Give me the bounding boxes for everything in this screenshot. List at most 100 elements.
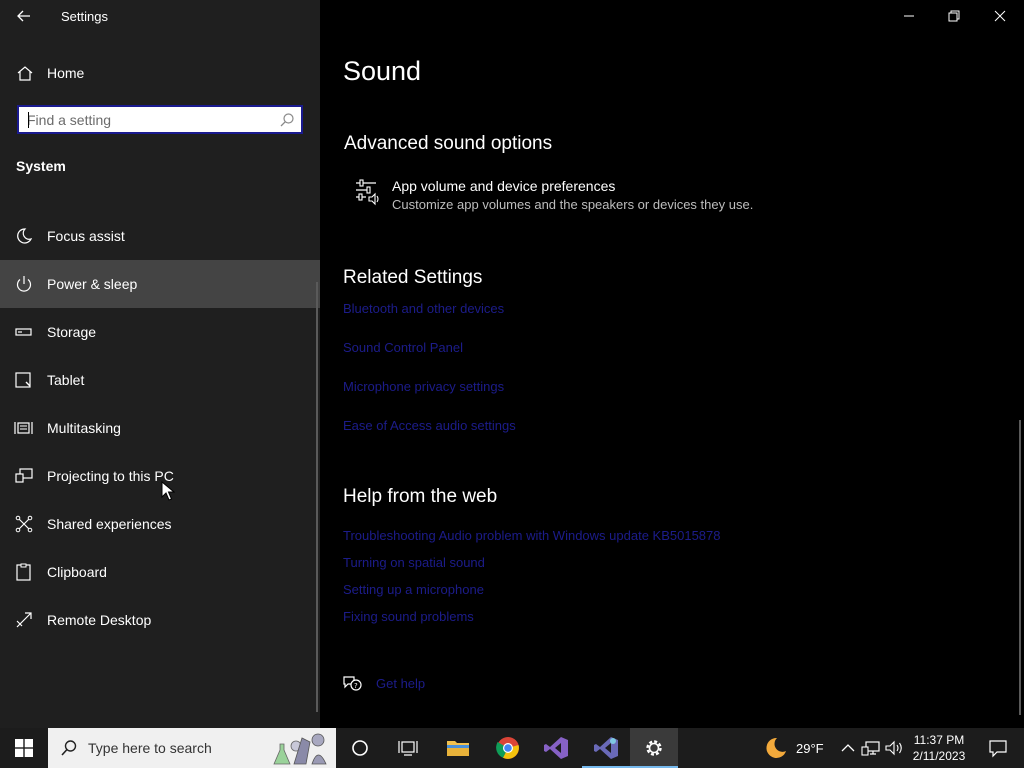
help-link-troubleshooting[interactable]: Troubleshooting Audio problem with Windo… bbox=[343, 528, 720, 543]
search-icon[interactable] bbox=[279, 112, 295, 128]
projecting-icon bbox=[15, 468, 33, 483]
back-button[interactable] bbox=[10, 4, 38, 28]
cortana-circle-icon bbox=[352, 740, 368, 756]
text-caret bbox=[28, 112, 29, 128]
taskbar-search-box[interactable]: Type here to search bbox=[48, 728, 336, 768]
home-label: Home bbox=[47, 65, 85, 81]
nav-label: Tablet bbox=[47, 372, 85, 388]
gear-icon bbox=[646, 740, 662, 756]
task-view-button[interactable] bbox=[384, 728, 432, 768]
minimize-button[interactable] bbox=[889, 4, 929, 28]
main-scrollbar[interactable] bbox=[1019, 420, 1021, 715]
visual-studio-preview-button[interactable] bbox=[582, 728, 630, 768]
close-button[interactable] bbox=[980, 4, 1020, 28]
get-help-icon: ? bbox=[343, 676, 362, 691]
related-settings-heading: Related Settings bbox=[343, 267, 483, 288]
visual-studio-preview-icon bbox=[594, 737, 618, 759]
weather-temperature: 29°F bbox=[796, 741, 824, 756]
help-link-spatial-sound[interactable]: Turning on spatial sound bbox=[343, 555, 485, 570]
nav-storage[interactable]: Storage bbox=[0, 308, 320, 356]
app-volume-title: App volume and device preferences bbox=[392, 178, 616, 194]
nav-projecting[interactable]: Projecting to this PC bbox=[0, 452, 320, 500]
restore-button[interactable] bbox=[934, 4, 974, 28]
svg-text:?: ? bbox=[354, 682, 358, 690]
main-content: Sound Advanced sound options App volume … bbox=[320, 0, 1024, 728]
nav-label: Power & sleep bbox=[47, 276, 138, 292]
chrome-button[interactable] bbox=[484, 728, 532, 768]
remote-desktop-icon bbox=[16, 612, 32, 628]
weather-widget[interactable]: 29°F bbox=[762, 736, 832, 760]
storage-icon bbox=[15, 328, 32, 336]
find-setting-input[interactable] bbox=[27, 111, 273, 129]
help-link-fixing-sound[interactable]: Fixing sound problems bbox=[343, 609, 474, 624]
chevron-up-icon[interactable] bbox=[838, 738, 858, 758]
clipboard-icon bbox=[16, 563, 31, 581]
volume-icon[interactable] bbox=[884, 738, 904, 758]
nav-label: Multitasking bbox=[47, 420, 121, 436]
folder-icon bbox=[447, 741, 469, 756]
minimize-icon bbox=[904, 15, 914, 17]
close-icon bbox=[994, 10, 1006, 22]
page-title: Sound bbox=[343, 56, 422, 86]
network-icon[interactable] bbox=[861, 738, 881, 758]
task-view-icon bbox=[398, 741, 418, 756]
nav-shared-experiences[interactable]: Shared experiences bbox=[0, 500, 320, 548]
nav-label: Remote Desktop bbox=[47, 612, 152, 628]
ease-of-access-audio-link[interactable]: Ease of Access audio settings bbox=[343, 418, 516, 433]
restore-icon bbox=[948, 10, 960, 22]
nav-multitasking[interactable]: Multitasking bbox=[0, 404, 320, 452]
power-icon bbox=[16, 276, 32, 292]
taskbar: Type here to search 29°F 11:37 PM 2/11/2… bbox=[0, 728, 1024, 768]
tablet-icon bbox=[15, 372, 31, 388]
nav-label: Shared experiences bbox=[47, 516, 172, 532]
nav-label: Focus assist bbox=[47, 228, 125, 244]
nav-label: Projecting to this PC bbox=[47, 468, 174, 484]
app-volume-description: Customize app volumes and the speakers o… bbox=[392, 197, 754, 212]
taskbar-search-text: Type here to search bbox=[88, 740, 212, 756]
chrome-icon bbox=[496, 737, 519, 759]
nav-clipboard[interactable]: Clipboard bbox=[0, 548, 320, 596]
nav-label: Storage bbox=[47, 324, 97, 340]
app-volume-preferences-link[interactable]: App volume and device preferences Custom… bbox=[354, 175, 774, 215]
search-icon bbox=[61, 740, 77, 756]
visual-studio-button[interactable] bbox=[532, 728, 580, 768]
home-icon bbox=[17, 66, 33, 81]
settings-taskbar-button[interactable] bbox=[630, 728, 678, 768]
advanced-sound-heading: Advanced sound options bbox=[344, 133, 553, 154]
clock-date: 2/11/2023 bbox=[912, 749, 966, 763]
sliders-speaker-icon bbox=[356, 179, 379, 206]
action-center-button[interactable] bbox=[978, 728, 1018, 768]
get-help-link[interactable]: Get help bbox=[376, 676, 425, 691]
section-title: System bbox=[16, 158, 66, 174]
search-highlight-illustration-icon bbox=[273, 733, 327, 765]
notification-icon bbox=[989, 740, 1007, 758]
file-explorer-button[interactable] bbox=[434, 728, 482, 768]
help-link-microphone[interactable]: Setting up a microphone bbox=[343, 582, 484, 597]
windows-logo-icon bbox=[15, 739, 33, 757]
moon-weather-icon bbox=[766, 737, 786, 758]
nav-label: Clipboard bbox=[47, 564, 107, 580]
help-from-web-heading: Help from the web bbox=[343, 486, 498, 507]
clock-time: 11:37 PM bbox=[913, 733, 965, 747]
nav-tablet[interactable]: Tablet bbox=[0, 356, 320, 404]
mouse-cursor-icon bbox=[161, 481, 175, 501]
back-arrow-icon bbox=[17, 10, 30, 22]
settings-search-box[interactable] bbox=[17, 105, 303, 134]
cortana-button[interactable] bbox=[336, 728, 384, 768]
microphone-privacy-link[interactable]: Microphone privacy settings bbox=[343, 379, 504, 394]
start-button[interactable] bbox=[0, 728, 48, 768]
app-title: Settings bbox=[61, 9, 108, 24]
nav-power-sleep[interactable]: Power & sleep bbox=[0, 260, 320, 308]
sound-control-panel-link[interactable]: Sound Control Panel bbox=[343, 340, 463, 355]
multitasking-icon bbox=[14, 422, 33, 434]
nav-focus-assist[interactable]: Focus assist bbox=[0, 212, 320, 260]
sidebar-scrollbar[interactable] bbox=[316, 282, 318, 712]
system-clock[interactable]: 11:37 PM 2/11/2023 bbox=[908, 732, 970, 764]
bluetooth-devices-link[interactable]: Bluetooth and other devices bbox=[343, 301, 504, 316]
shared-experiences-icon bbox=[15, 515, 33, 533]
nav-home[interactable]: Home bbox=[0, 56, 320, 90]
visual-studio-icon bbox=[544, 737, 568, 759]
nav-remote-desktop[interactable]: Remote Desktop bbox=[0, 596, 320, 644]
sidebar: Settings Home System Focus assist Power … bbox=[0, 0, 320, 728]
moon-icon bbox=[17, 228, 33, 244]
